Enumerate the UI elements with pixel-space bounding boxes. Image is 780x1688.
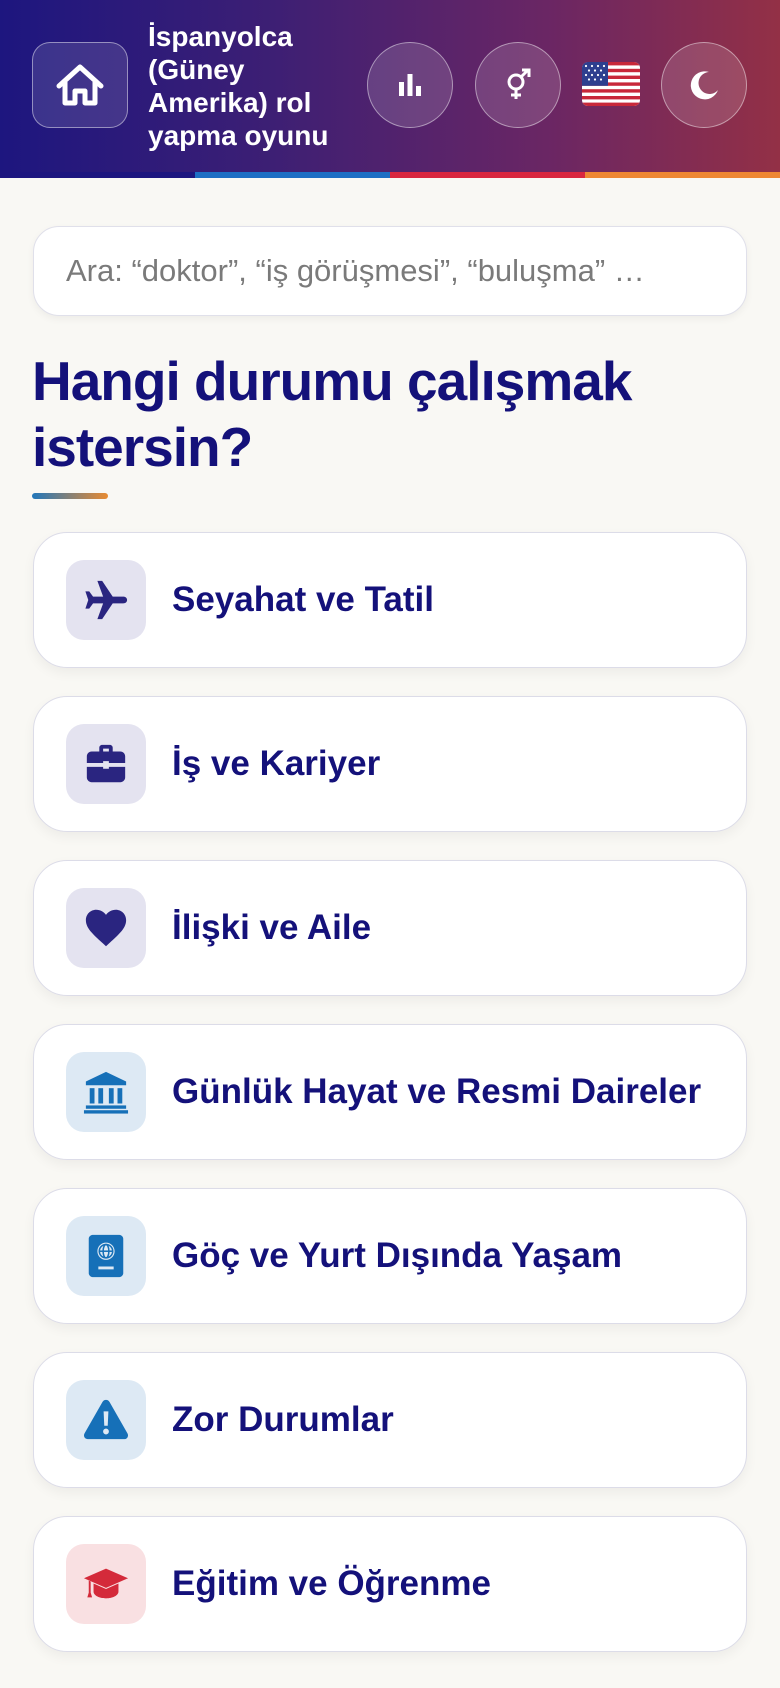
- category-icon-box: [66, 724, 146, 804]
- category-list: Seyahat ve Tatil İş ve Kariyer İlişki ve…: [33, 532, 747, 1652]
- search-input[interactable]: [34, 227, 746, 315]
- bar-chart-icon: [399, 74, 421, 96]
- category-label: Göç ve Yurt Dışında Yaşam: [172, 1236, 623, 1275]
- category-icon-box: [66, 1216, 146, 1296]
- category-label: Eğitim ve Öğrenme: [172, 1564, 491, 1603]
- home-button[interactable]: [32, 42, 128, 128]
- app-title: İspanyolca (Güney Amerika) rol yapma oyu…: [148, 21, 329, 151]
- theme-toggle-button[interactable]: [661, 42, 747, 128]
- category-label: Zor Durumlar: [172, 1400, 394, 1439]
- category-icon-box: [66, 560, 146, 640]
- home-icon: [56, 64, 104, 106]
- gender-button[interactable]: [475, 42, 561, 128]
- category-icon-box: [66, 1544, 146, 1624]
- us-flag-icon: [582, 62, 640, 106]
- header-stripe: [0, 172, 780, 178]
- graduation-cap-icon: [83, 1568, 129, 1599]
- language-flag-button[interactable]: [582, 62, 640, 106]
- category-card-education[interactable]: Eğitim ve Öğrenme: [33, 1516, 747, 1652]
- stripe-segment: [390, 172, 585, 178]
- category-icon-box: [66, 888, 146, 968]
- app-header: İspanyolca (Güney Amerika) rol yapma oyu…: [0, 0, 780, 172]
- category-card-family[interactable]: İlişki ve Aile: [33, 860, 747, 996]
- category-card-business[interactable]: İş ve Kariyer: [33, 696, 747, 832]
- category-label: Günlük Hayat ve Resmi Daireler: [172, 1072, 702, 1111]
- stripe-segment: [585, 172, 780, 178]
- gender-icon: [507, 68, 531, 99]
- heading-underline: [32, 493, 108, 499]
- passport-icon: [88, 1234, 124, 1278]
- briefcase-icon: [86, 744, 126, 783]
- stripe-segment: [195, 172, 390, 178]
- stripe-segment: [0, 172, 195, 178]
- heart-icon: [85, 909, 127, 947]
- category-card-daily-life[interactable]: Günlük Hayat ve Resmi Daireler: [33, 1024, 747, 1160]
- moon-icon: [690, 71, 718, 100]
- category-label: İlişki ve Aile: [172, 908, 372, 947]
- search-box: [33, 226, 747, 316]
- category-card-difficult-situations[interactable]: Zor Durumlar: [33, 1352, 747, 1488]
- category-label: Seyahat ve Tatil: [172, 580, 434, 619]
- category-icon-box: [66, 1052, 146, 1132]
- category-label: İş ve Kariyer: [172, 744, 381, 783]
- category-card-travel[interactable]: Seyahat ve Tatil: [33, 532, 747, 668]
- stats-button[interactable]: [367, 42, 453, 128]
- page-heading: Hangi durumu çalışmak istersin?: [32, 350, 632, 478]
- bank-icon: [83, 1071, 129, 1114]
- category-icon-box: [66, 1380, 146, 1460]
- airplane-icon: [85, 580, 128, 620]
- category-card-immigration[interactable]: Göç ve Yurt Dışında Yaşam: [33, 1188, 747, 1324]
- warning-icon: [83, 1399, 129, 1440]
